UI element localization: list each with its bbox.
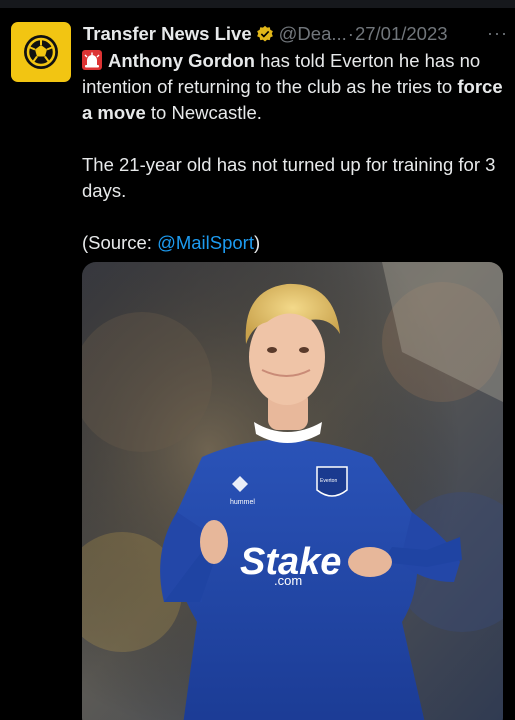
top-divider	[0, 0, 515, 8]
header-separator: ·	[347, 23, 354, 44]
tweet-paragraph-2: The 21-year old has not turned up for tr…	[82, 154, 496, 201]
source-mention-link[interactable]: @MailSport	[157, 232, 254, 253]
tweet-source: (Source: @MailSport)	[82, 230, 507, 256]
tweet-header: Transfer News Live @Dea... · 27/01/2023 …	[83, 21, 508, 47]
kit-brand-text: hummel	[230, 499, 255, 506]
tweet-date[interactable]: 27/01/2023	[355, 23, 448, 45]
shirt-sponsor-sub-text: .com	[274, 573, 302, 588]
tweet-text-b: to Newcastle.	[145, 102, 262, 123]
siren-icon	[82, 50, 102, 70]
player-name: Anthony Gordon	[108, 50, 255, 71]
crest-text: Everton	[320, 478, 337, 484]
football-icon	[24, 35, 58, 69]
verified-badge-icon	[256, 25, 273, 42]
more-icon[interactable]: ···	[487, 23, 508, 44]
avatar[interactable]	[11, 22, 71, 82]
tweet-paragraph-1: Anthony Gordon has told Everton he has n…	[82, 48, 507, 126]
source-suffix: )	[253, 232, 261, 253]
tweet-media-photo[interactable]: hummel Everton Stake .com	[82, 262, 503, 720]
account-handle[interactable]: @Dea...	[279, 23, 347, 45]
source-prefix: (Source:	[82, 232, 158, 253]
account-name[interactable]: Transfer News Live	[83, 23, 252, 45]
tweet-body: Anthony Gordon has told Everton he has n…	[82, 48, 507, 256]
